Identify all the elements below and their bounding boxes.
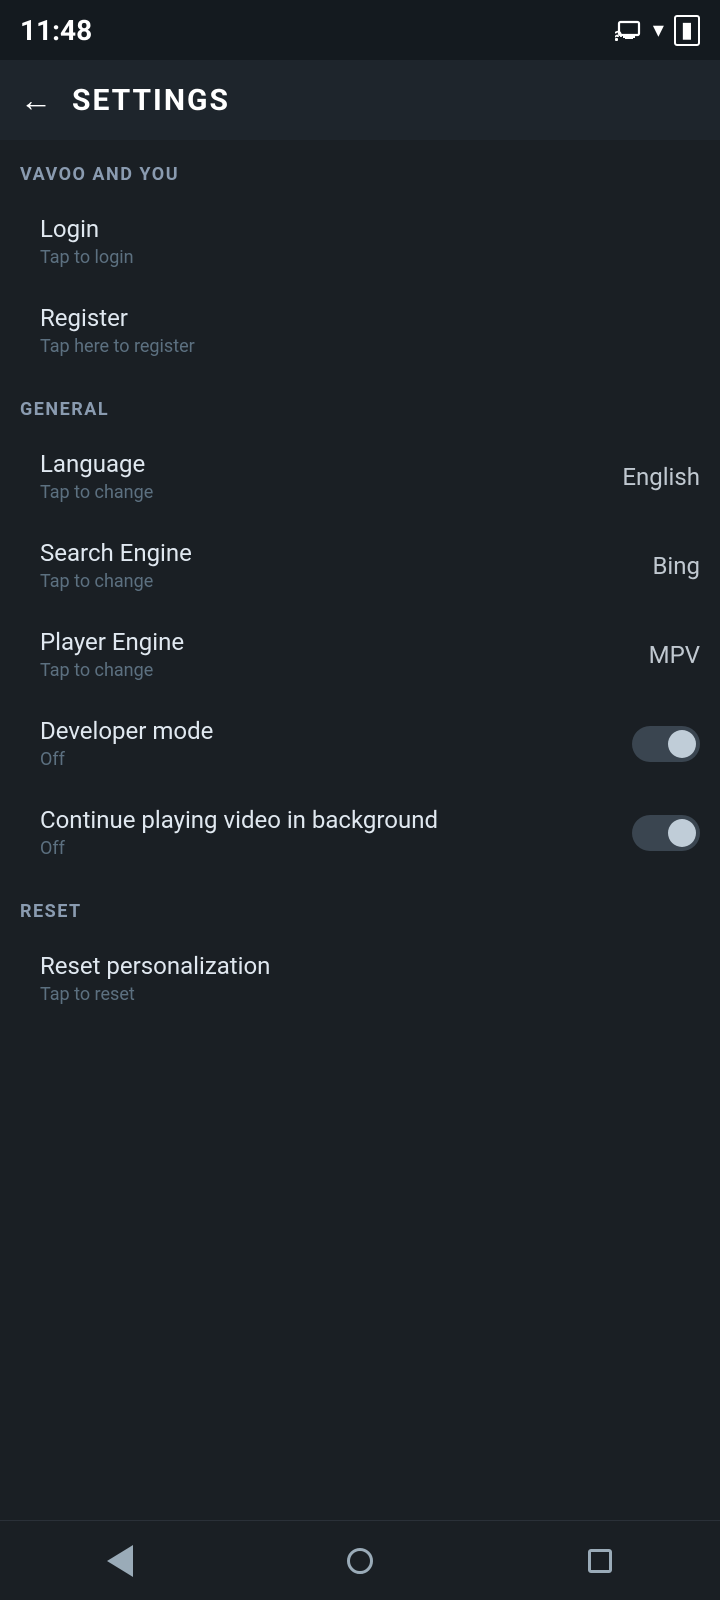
setting-player-engine-value: MPV — [649, 641, 700, 669]
nav-back-button[interactable] — [90, 1531, 150, 1591]
wifi-icon: ▾ — [653, 18, 664, 43]
setting-register[interactable]: Register Tap here to register — [0, 286, 720, 375]
nav-bar — [0, 1520, 720, 1600]
setting-language[interactable]: Language Tap to change English — [0, 432, 720, 521]
setting-player-engine[interactable]: Player Engine Tap to change MPV — [0, 610, 720, 699]
setting-reset-subtitle: Tap to reset — [40, 984, 270, 1005]
setting-player-engine-subtitle: Tap to change — [40, 660, 184, 681]
setting-continue-playing-title: Continue playing video in background — [40, 806, 438, 834]
page-title: SETTINGS — [72, 83, 230, 118]
status-bar: 11:48 ▾ ▮ — [0, 0, 720, 60]
setting-search-engine-title: Search Engine — [40, 539, 192, 567]
setting-login-subtitle: Tap to login — [40, 247, 134, 268]
setting-login-title: Login — [40, 215, 134, 243]
setting-search-engine-subtitle: Tap to change — [40, 571, 192, 592]
section-header-vavoo: VAVOO AND YOU — [0, 140, 720, 197]
setting-developer-mode-subtitle: Off — [40, 749, 213, 770]
setting-login[interactable]: Login Tap to login — [0, 197, 720, 286]
setting-language-title: Language — [40, 450, 153, 478]
setting-reset-title: Reset personalization — [40, 952, 270, 980]
setting-developer-mode-title: Developer mode — [40, 717, 213, 745]
status-time: 11:48 — [20, 14, 92, 47]
section-vavoo-and-you: VAVOO AND YOU Login Tap to login Registe… — [0, 140, 720, 375]
continue-playing-toggle[interactable] — [632, 815, 700, 851]
setting-player-engine-title: Player Engine — [40, 628, 184, 656]
nav-recents-icon — [588, 1549, 612, 1573]
setting-reset-personalization[interactable]: Reset personalization Tap to reset — [0, 934, 720, 1023]
setting-developer-mode[interactable]: Developer mode Off — [0, 699, 720, 788]
nav-home-icon — [347, 1548, 373, 1574]
setting-language-value: English — [622, 463, 700, 491]
setting-search-engine-value: Bing — [652, 552, 700, 580]
status-icons: ▾ ▮ — [615, 15, 700, 46]
battery-icon: ▮ — [674, 15, 700, 46]
setting-language-subtitle: Tap to change — [40, 482, 153, 503]
setting-search-engine[interactable]: Search Engine Tap to change Bing — [0, 521, 720, 610]
nav-back-icon — [107, 1545, 133, 1577]
setting-continue-playing-subtitle: Off — [40, 838, 438, 859]
section-header-reset: RESET — [0, 877, 720, 934]
section-header-general: GENERAL — [0, 375, 720, 432]
section-reset: RESET Reset personalization Tap to reset — [0, 877, 720, 1023]
nav-recents-button[interactable] — [570, 1531, 630, 1591]
nav-home-button[interactable] — [330, 1531, 390, 1591]
developer-mode-toggle-knob — [668, 730, 696, 758]
setting-continue-playing[interactable]: Continue playing video in background Off — [0, 788, 720, 877]
developer-mode-toggle[interactable] — [632, 726, 700, 762]
setting-register-title: Register — [40, 304, 195, 332]
app-bar: ← SETTINGS — [0, 60, 720, 140]
continue-playing-toggle-knob — [668, 819, 696, 847]
back-button[interactable]: ← — [20, 81, 52, 119]
settings-content: VAVOO AND YOU Login Tap to login Registe… — [0, 140, 720, 1520]
cast-icon — [615, 19, 643, 41]
setting-register-subtitle: Tap here to register — [40, 336, 195, 357]
section-general: GENERAL Language Tap to change English S… — [0, 375, 720, 877]
